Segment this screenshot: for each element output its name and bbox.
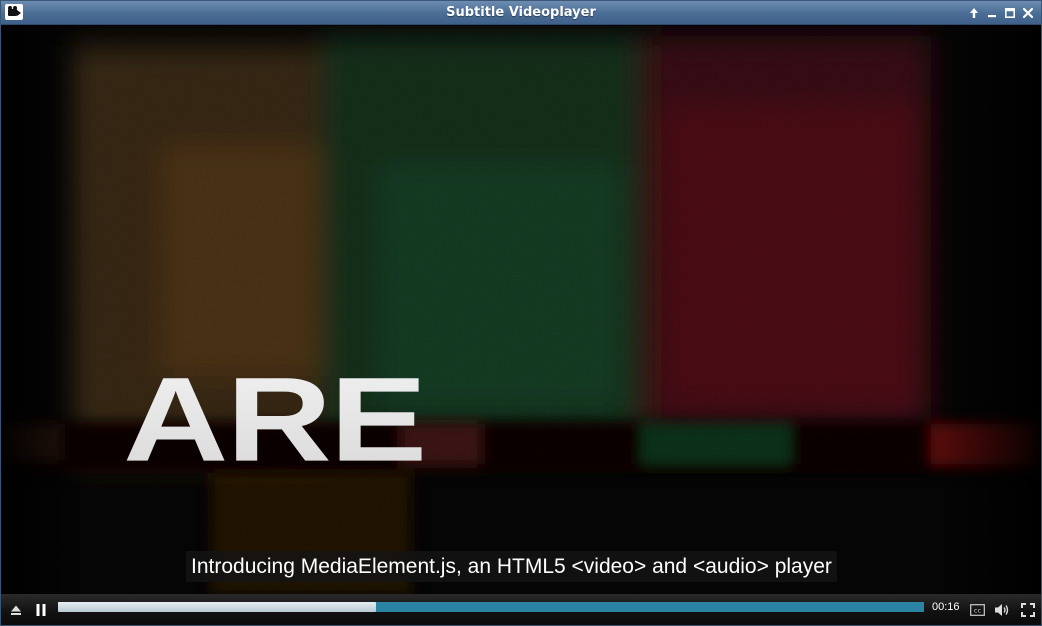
window-title: Subtitle Videoplayer	[446, 5, 596, 20]
player-controls: 00:16 cc	[1, 594, 1041, 625]
closed-captions-icon[interactable]: cc	[967, 594, 987, 625]
close-icon[interactable]	[1021, 4, 1035, 22]
title-bar[interactable]: Subtitle Videoplayer	[1, 1, 1041, 25]
minimize-icon[interactable]	[985, 4, 999, 22]
pause-icon[interactable]	[31, 594, 51, 625]
video-area[interactable]: ARE Introducing MediaElement.js, an HTML…	[1, 26, 1041, 594]
progress-bar[interactable]	[58, 602, 924, 612]
maximize-icon[interactable]	[1003, 4, 1017, 22]
player-window: Subtitle Videoplayer ARE Introducing Med…	[0, 0, 1042, 626]
video-frame-text: ARE	[123, 353, 425, 487]
current-time: 00:16	[932, 601, 960, 613]
svg-text:cc: cc	[973, 606, 981, 614]
up-arrow-icon[interactable]	[967, 4, 981, 22]
progress-current	[58, 602, 376, 612]
window-buttons	[967, 4, 1035, 22]
subtitle-caption: Introducing MediaElement.js, an HTML5 <v…	[186, 551, 837, 582]
volume-icon[interactable]	[992, 594, 1012, 625]
video-frame: ARE	[1, 26, 1041, 594]
fullscreen-icon[interactable]	[1018, 594, 1038, 625]
eject-icon[interactable]	[7, 594, 25, 625]
